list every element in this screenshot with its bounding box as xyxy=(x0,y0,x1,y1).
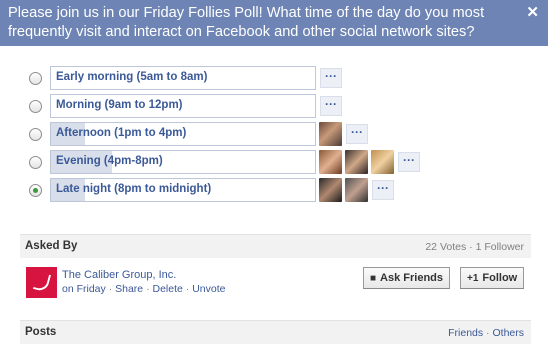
friends-filter-link[interactable]: Friends xyxy=(448,327,483,339)
share-link[interactable]: Share xyxy=(115,283,143,295)
more-voters-button[interactable]: ··· xyxy=(346,124,368,144)
poll-option-afternoon: Afternoon (1pm to 4pm) ··· xyxy=(0,122,548,146)
voter-avatar[interactable] xyxy=(319,150,342,174)
more-voters-button[interactable]: ··· xyxy=(372,180,394,200)
close-icon[interactable]: ✕ xyxy=(526,3,539,21)
poll-stats: 22 Votes · 1 Follower xyxy=(425,241,524,253)
poll-option-early-morning: Early morning (5am to 8am) ··· xyxy=(0,66,548,90)
unvote-link[interactable]: Unvote xyxy=(192,283,225,295)
radio-button[interactable] xyxy=(29,156,42,169)
poll-option-evening: Evening (4pm-8pm) ··· xyxy=(0,150,548,174)
voter-avatar[interactable] xyxy=(319,122,342,146)
poll-header: Please join us in our Friday Follies Pol… xyxy=(0,0,548,46)
option-label: Afternoon (1pm to 4pm) xyxy=(56,127,187,139)
ask-friends-button[interactable]: ■ Ask Friends xyxy=(363,267,451,289)
option-label: Late night (8pm to midnight) xyxy=(56,183,212,195)
option-bar[interactable]: Late night (8pm to midnight) xyxy=(50,178,316,202)
radio-button[interactable] xyxy=(29,72,42,85)
follow-button[interactable]: +1 Follow xyxy=(460,267,525,289)
option-bar[interactable]: Evening (4pm-8pm) xyxy=(50,150,316,174)
vote-count[interactable]: 22 Votes xyxy=(425,241,466,253)
voter-avatar[interactable] xyxy=(319,178,342,202)
option-bar[interactable]: Morning (9am to 12pm) xyxy=(50,94,316,118)
radio-button[interactable] xyxy=(29,100,42,113)
asker-name-link[interactable]: The Caliber Group, Inc. xyxy=(62,269,176,281)
more-voters-button[interactable]: ··· xyxy=(320,68,342,88)
others-filter-link[interactable]: Others xyxy=(492,327,524,339)
option-label: Evening (4pm-8pm) xyxy=(56,155,163,167)
option-label: Morning (9am to 12pm) xyxy=(56,99,183,111)
option-label: Early morning (5am to 8am) xyxy=(56,71,208,83)
follower-count[interactable]: 1 Follower xyxy=(476,241,524,253)
option-bar[interactable]: Early morning (5am to 8am) xyxy=(50,66,316,90)
delete-link[interactable]: Delete xyxy=(153,283,183,295)
asked-by-title: Asked By xyxy=(25,240,78,252)
asker-avatar[interactable] xyxy=(26,267,57,298)
voter-avatar[interactable] xyxy=(345,178,368,202)
more-voters-button[interactable]: ··· xyxy=(398,152,420,172)
posts-title: Posts xyxy=(25,326,57,338)
more-voters-button[interactable]: ··· xyxy=(320,96,342,116)
posts-section-header: Posts Friends · Others xyxy=(20,320,531,344)
radio-button[interactable] xyxy=(29,128,42,141)
speech-bubble-icon: ■ xyxy=(370,273,377,284)
asker-actions: on Friday · Share · Delete · Unvote xyxy=(62,283,226,295)
poll-question: Please join us in our Friday Follies Pol… xyxy=(8,5,485,40)
voter-avatar[interactable] xyxy=(345,150,368,174)
posts-filter: Friends · Others xyxy=(448,327,524,339)
post-day-link[interactable]: on Friday xyxy=(62,283,106,295)
radio-button-selected[interactable] xyxy=(29,184,42,197)
option-bar[interactable]: Afternoon (1pm to 4pm) xyxy=(50,122,316,146)
asked-by-section-header: Asked By 22 Votes · 1 Follower xyxy=(20,234,531,258)
voter-avatar[interactable] xyxy=(371,150,394,174)
plus-one-icon: +1 xyxy=(467,273,479,284)
poll-option-morning: Morning (9am to 12pm) ··· xyxy=(0,94,548,118)
poll-option-late-night: Late night (8pm to midnight) ··· xyxy=(0,178,548,202)
